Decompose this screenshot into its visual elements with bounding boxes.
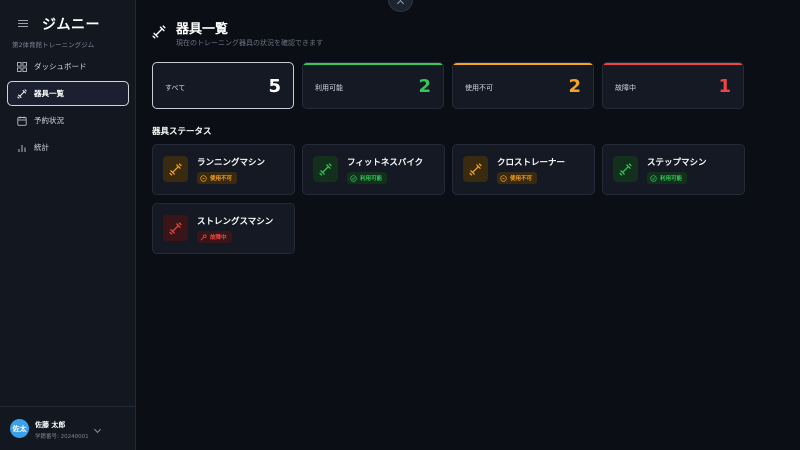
accent-bar bbox=[603, 63, 743, 65]
accent-bar bbox=[303, 63, 443, 65]
sidebar: ジムニー 第2体育館トレーニングジム ダッシュボード 器具一覧 予約状況 統計 … bbox=[0, 0, 136, 450]
equipment-icon-box bbox=[163, 215, 188, 241]
sidebar-item-reservations[interactable]: 予約状況 bbox=[7, 108, 129, 133]
dumbbell-icon bbox=[169, 221, 182, 235]
dumbbell-icon bbox=[469, 162, 482, 176]
equipment-name: フィットネスバイク bbox=[347, 158, 424, 168]
menu-icon[interactable] bbox=[18, 20, 28, 28]
summary-count: 2 bbox=[418, 76, 431, 97]
section-title: 器具ステータス bbox=[152, 127, 212, 137]
status-text: 利用可能 bbox=[660, 176, 683, 182]
dashboard-icon bbox=[17, 61, 27, 72]
summary-card-all[interactable]: すべて 5 bbox=[152, 62, 294, 109]
dumbbell-icon bbox=[319, 162, 332, 176]
summary-count: 5 bbox=[268, 76, 281, 97]
summary-card-broken[interactable]: 故障中 1 bbox=[602, 62, 744, 109]
equipment-name: ステップマシン bbox=[647, 158, 707, 168]
calendar-icon bbox=[17, 116, 27, 126]
equipment-icon-box bbox=[163, 156, 188, 182]
status-badge: 故障中 bbox=[197, 231, 232, 243]
sidebar-item-dashboard[interactable]: ダッシュボード bbox=[7, 54, 129, 79]
summary-label: すべて bbox=[165, 84, 186, 92]
status-badge: 利用可能 bbox=[347, 172, 388, 184]
check-circle-icon bbox=[650, 174, 657, 182]
sidebar-item-equipment[interactable]: 器具一覧 bbox=[7, 81, 129, 106]
accent-bar bbox=[453, 63, 593, 65]
page-title: 器具一覧 bbox=[176, 22, 229, 37]
page-subtitle: 現在のトレーニング器具の状況を確認できます bbox=[176, 39, 323, 47]
sidebar-nav: ダッシュボード 器具一覧 予約状況 統計 bbox=[7, 54, 129, 162]
sidebar-item-label: 統計 bbox=[34, 143, 49, 152]
summary-label: 使用不可 bbox=[465, 84, 493, 92]
dumbbell-icon bbox=[152, 25, 166, 39]
status-badge: 使用不可 bbox=[197, 172, 238, 184]
sidebar-item-label: 予約状況 bbox=[34, 116, 64, 125]
equipment-icon-box bbox=[313, 156, 338, 182]
gym-name: 第2体育館トレーニングジム bbox=[12, 41, 95, 49]
equipment-card[interactable]: フィットネスバイク 利用可能 bbox=[302, 144, 445, 195]
collapse-handle[interactable] bbox=[388, 0, 413, 12]
dumbbell-icon bbox=[619, 162, 632, 176]
equipment-card[interactable]: ランニングマシン 使用不可 bbox=[152, 144, 295, 195]
equipment-card[interactable]: ストレングスマシン 故障中 bbox=[152, 203, 295, 254]
summary-card-available[interactable]: 利用可能 2 bbox=[302, 62, 444, 109]
wrench-icon bbox=[200, 233, 207, 240]
clock-icon bbox=[500, 174, 507, 182]
summary-count: 2 bbox=[568, 76, 581, 97]
equipment-card[interactable]: クロストレーナー 使用不可 bbox=[452, 144, 595, 195]
avatar: 佐太 bbox=[10, 419, 29, 438]
chevron-up-icon bbox=[396, 0, 405, 8]
dumbbell-icon bbox=[17, 88, 27, 99]
user-id: 学籍番号: 20240001 bbox=[35, 434, 89, 440]
brand: ジムニー bbox=[18, 14, 100, 34]
equipment-name: ストレングスマシン bbox=[197, 217, 274, 227]
status-text: 使用不可 bbox=[510, 176, 533, 182]
equipment-card[interactable]: ステップマシン 利用可能 bbox=[602, 144, 745, 195]
equipment-name: ランニングマシン bbox=[197, 158, 266, 168]
dumbbell-icon bbox=[169, 162, 182, 176]
status-badge: 使用不可 bbox=[497, 172, 538, 184]
sidebar-item-label: 器具一覧 bbox=[34, 89, 64, 98]
user-name: 佐藤 太郎 bbox=[35, 421, 66, 429]
check-circle-icon bbox=[350, 174, 357, 182]
sidebar-item-label: ダッシュボード bbox=[34, 62, 87, 71]
summary-count: 1 bbox=[718, 76, 731, 97]
summary-card-unavailable[interactable]: 使用不可 2 bbox=[452, 62, 594, 109]
sidebar-item-stats[interactable]: 統計 bbox=[7, 135, 129, 160]
equipment-name: クロストレーナー bbox=[497, 158, 566, 168]
status-text: 使用不可 bbox=[210, 176, 233, 182]
app-title: ジムニー bbox=[42, 17, 100, 33]
equipment-icon-box bbox=[463, 156, 488, 182]
summary-label: 利用可能 bbox=[315, 84, 343, 92]
bar-chart-icon bbox=[18, 144, 26, 152]
status-text: 故障中 bbox=[210, 235, 227, 241]
summary-label: 故障中 bbox=[615, 84, 636, 92]
user-menu[interactable]: 佐太 佐藤 太郎 学籍番号: 20240001 bbox=[0, 406, 136, 450]
chevron-down-icon[interactable] bbox=[93, 425, 102, 434]
equipment-icon-box bbox=[613, 156, 638, 182]
status-badge: 利用可能 bbox=[647, 172, 688, 184]
status-text: 利用可能 bbox=[360, 176, 383, 182]
clock-icon bbox=[200, 174, 207, 182]
